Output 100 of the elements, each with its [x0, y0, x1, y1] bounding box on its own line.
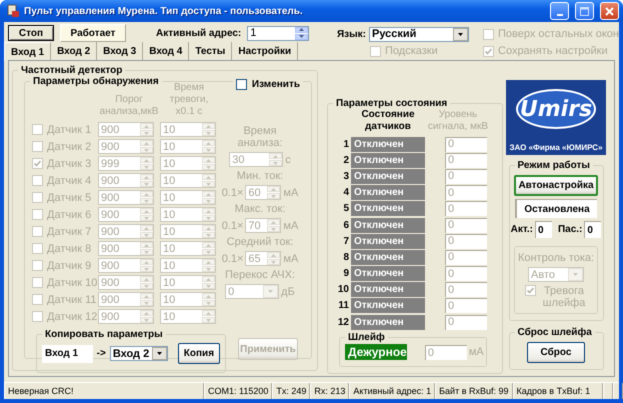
field-label: Перекос АЧХ:	[224, 269, 296, 281]
tab[interactable]: Вход 1	[4, 42, 52, 61]
signal-field: 0	[445, 298, 487, 314]
maximize-button[interactable]	[575, 2, 594, 20]
row-number: 3	[342, 170, 349, 182]
minimize-button[interactable]	[550, 2, 569, 20]
checkbox-label: Датчик 6	[47, 208, 92, 220]
sensor-state: Отключен	[351, 152, 425, 168]
arrow-label: ->	[96, 348, 106, 359]
sensor-state: Отключен	[351, 234, 425, 249]
row-number: 12	[336, 316, 349, 328]
autotune-button[interactable]: Автонастройка	[514, 175, 598, 196]
status-panel	[602, 383, 613, 399]
checkbox-label: Датчик 12	[47, 310, 98, 322]
column-header: Время тревоги, x0.1 с	[168, 82, 210, 119]
signal-field: 0	[445, 282, 487, 298]
sensor-state: Отключен	[351, 185, 425, 200]
group-title: Сброс шлейфа	[516, 327, 593, 338]
checkbox-label: Датчик 4	[47, 174, 92, 186]
language-dropdown[interactable]: Русский	[369, 26, 469, 42]
status-panel: Tx: 249	[272, 383, 310, 399]
company-name: ЗАО «Фирма «ЮМИРС»	[509, 143, 603, 152]
field-label: Средний ток:	[226, 236, 294, 248]
field-label: Контроль тока:	[518, 252, 594, 264]
window-title: Пульт управления Мурена. Тип доступа - пользователь.	[24, 6, 303, 16]
source-field: Вход 1	[42, 344, 93, 362]
unit-label: мА	[283, 220, 298, 232]
checkbox-label: Сохранять настройки	[498, 45, 608, 57]
status-panel: Неверная CRC!	[4, 383, 204, 399]
signal-field: 0	[445, 136, 487, 152]
row-number: 5	[342, 203, 349, 214]
row-number: 6	[342, 220, 349, 231]
group-title: Частотный детектор	[20, 65, 124, 76]
sensor-state: Отключен	[351, 282, 425, 298]
sensor-state: Отключен	[351, 314, 425, 330]
maximize-icon	[580, 6, 589, 16]
sensor-state: Отключен	[351, 201, 425, 216]
unit-label: 0.1×	[222, 186, 244, 198]
status-panel: Байт в RxBuf: 99	[435, 383, 513, 399]
checkbox-label: Подсказки	[385, 45, 438, 57]
unit-label: мА	[468, 346, 484, 358]
status-panel: Rx: 213	[310, 383, 350, 399]
checkbox-label: Датчик 9	[47, 260, 92, 272]
checkbox-label: Датчик 5	[47, 192, 92, 204]
status-panel: COM1: 115200	[204, 383, 272, 399]
signal-field: 0	[445, 218, 487, 233]
address-label: Активный адрес:	[156, 28, 242, 38]
active-count: 0	[534, 221, 552, 238]
status-panel: Кадров в TxBuf: 1	[512, 383, 603, 399]
signal-field: 0	[445, 185, 487, 200]
sensor-state: Отключен	[351, 266, 425, 282]
loop-current-field: 0	[424, 344, 467, 360]
field-label: Акт.:	[510, 224, 533, 235]
caret-icon	[263, 285, 278, 298]
minimize-icon	[556, 14, 562, 16]
unit-label: дБ	[281, 286, 295, 298]
unit-label: мА	[283, 252, 298, 264]
spin-buttons[interactable]	[295, 26, 308, 40]
status-panel: Активный адрес: 1	[349, 383, 436, 399]
unit-label: с	[285, 154, 291, 166]
column-header: Состояние датчиков	[360, 109, 416, 134]
stop-button[interactable]: Стоп	[8, 25, 54, 41]
unit-label: 0.1×	[222, 252, 244, 264]
checkbox-label: Датчик 2	[47, 140, 92, 152]
field-label: Время анализа:	[236, 125, 284, 149]
caret-icon	[453, 28, 468, 40]
row-number: 11	[337, 300, 349, 312]
mode-status: Остановлена	[515, 199, 597, 218]
unit-label: мА	[283, 186, 298, 198]
checkbox-label: Поверх остальных окон	[498, 28, 619, 40]
tab[interactable]: Вход 2	[51, 42, 98, 60]
field-label: Пас.:	[558, 224, 582, 235]
signal-field: 0	[445, 314, 487, 330]
signal-field: 0	[445, 266, 487, 282]
group-title: Шлейф	[347, 332, 386, 344]
close-button[interactable]	[600, 2, 619, 20]
sensor-state: Отключен	[351, 218, 425, 233]
checkbox-label: Тревога шлейфа	[542, 285, 586, 309]
run-status: Работает	[60, 24, 126, 42]
sensor-state: Отключен	[351, 298, 425, 314]
column-header: Порог анализа,мкВ	[98, 94, 160, 119]
row-number: 2	[342, 154, 349, 166]
unit-label: 0.1×	[222, 220, 244, 232]
group-title: Копировать параметры	[44, 329, 164, 340]
app-icon	[6, 4, 20, 18]
sensor-state: Отключен	[351, 250, 425, 265]
signal-field: 0	[445, 234, 487, 249]
checkbox-label: Датчик 11	[47, 294, 97, 306]
signal-field: 0	[445, 168, 487, 184]
checkbox-label: Датчик 10	[47, 276, 98, 288]
checkbox-label: Датчик 3	[47, 158, 92, 170]
group-title: Параметры состояния	[335, 98, 448, 109]
group-title: Параметры обнаружения	[32, 76, 160, 87]
logo-wordmark: Umirs	[516, 89, 596, 129]
caret-icon	[152, 347, 167, 360]
address-field[interactable]: 1	[247, 26, 310, 40]
language-label: Язык:	[336, 28, 366, 40]
reset-button[interactable]: Сброс	[527, 342, 585, 363]
row-number: 4	[342, 187, 349, 198]
row-number: 10	[336, 284, 349, 296]
